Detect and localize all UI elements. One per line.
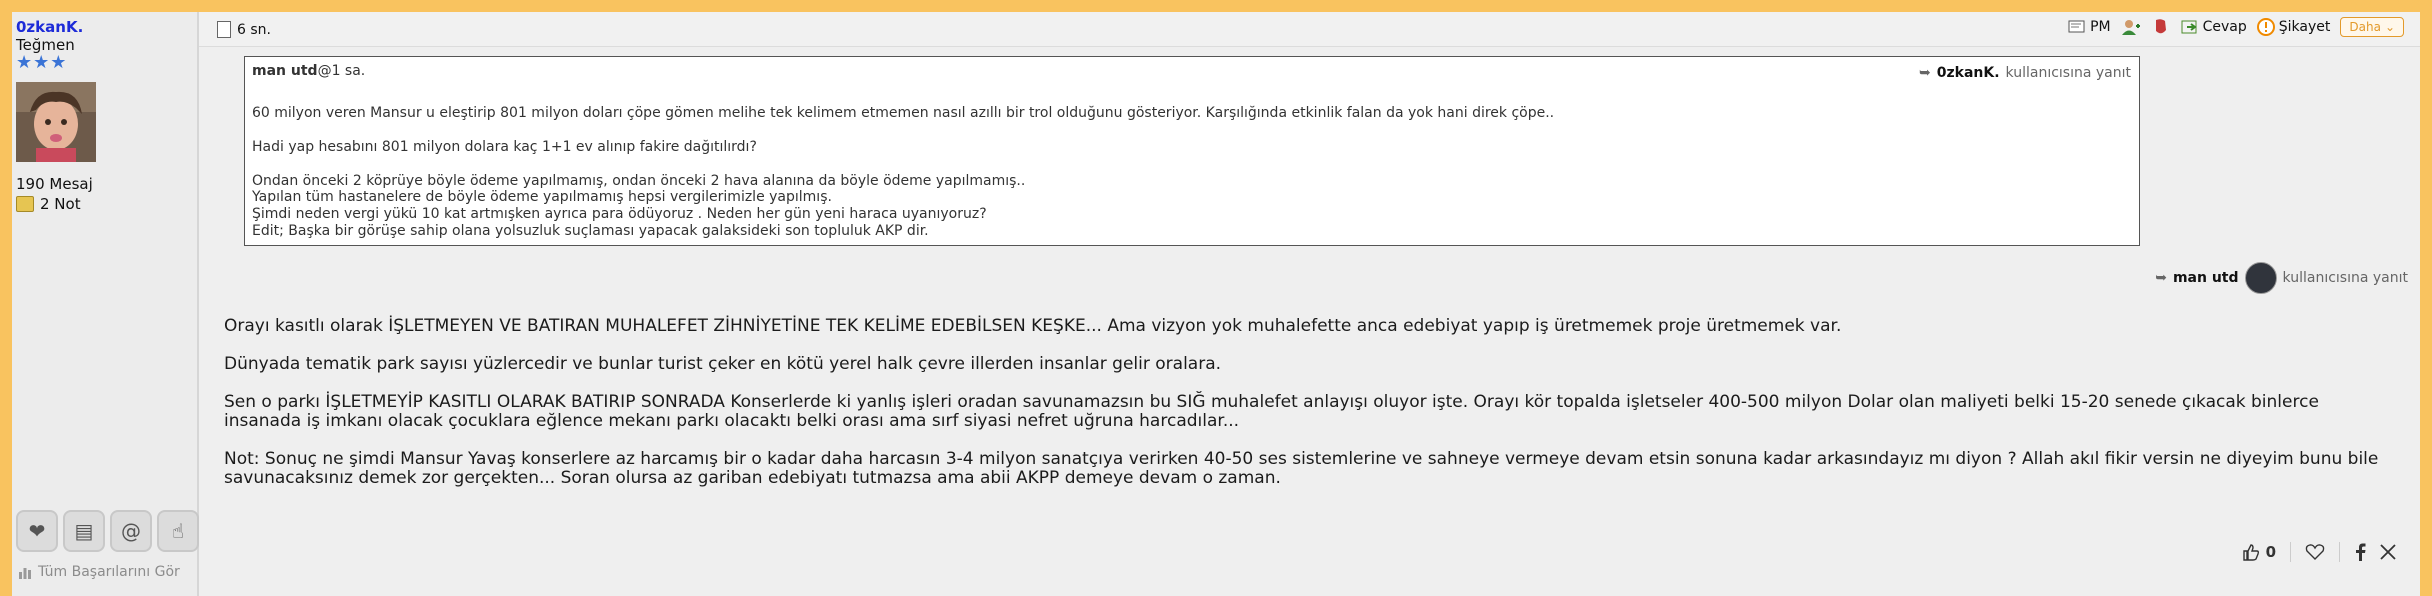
body-paragraph: Dünyada tematik park sayısı yüzlercedir … bbox=[224, 354, 1222, 374]
quote-reply-suffix: kullanıcısına yanıt bbox=[2005, 65, 2131, 81]
thumbs-up-icon bbox=[2242, 544, 2259, 561]
warning-icon bbox=[2256, 18, 2275, 36]
heart-icon[interactable] bbox=[2305, 543, 2325, 561]
body-paragraph: Sen o parkı İŞLETMEYİP KASITLI OLARAK BA… bbox=[224, 392, 2319, 431]
post-timestamp[interactable]: 6 sn. bbox=[217, 21, 271, 38]
post-header: 6 sn. PM Cevap Şikayet Daha ⌄ bbox=[199, 12, 2420, 47]
timestamp-text: 6 sn. bbox=[237, 21, 271, 38]
document-icon bbox=[217, 21, 231, 38]
quote-line: Yapılan tüm hastanelere de böyle ödeme y… bbox=[252, 189, 832, 206]
reply-icon bbox=[2181, 20, 2197, 34]
post-content: 6 sn. PM Cevap Şikayet Daha ⌄ man utd@1 … bbox=[199, 12, 2420, 596]
at-sign-badge-icon[interactable]: @ bbox=[110, 510, 152, 552]
notes-count: 2 Not bbox=[40, 195, 81, 213]
more-label: Daha bbox=[2349, 20, 2381, 34]
reply-label: Cevap bbox=[2202, 19, 2247, 35]
facebook-icon[interactable] bbox=[2354, 543, 2366, 561]
like-count: 0 bbox=[2265, 543, 2276, 561]
body-paragraph: Not: Sonuç ne şimdi Mansur Yavaş konserl… bbox=[224, 449, 2379, 488]
quoted-post: man utd@1 sa. ➥ 0zkanK. kullanıcısına ya… bbox=[244, 56, 2140, 246]
reply-to-suffix: kullanıcısına yanıt bbox=[2282, 270, 2408, 286]
quote-reply-to[interactable]: ➥ 0zkanK. kullanıcısına yanıt bbox=[1919, 65, 2131, 81]
heart-badge-icon[interactable]: ❤ bbox=[16, 510, 58, 552]
quote-line: Ondan önceki 2 köprüye böyle ödeme yapıl… bbox=[252, 172, 1026, 189]
bar-chart-icon bbox=[19, 568, 31, 579]
quote-author[interactable]: man utd@1 sa. bbox=[252, 63, 365, 79]
like-button[interactable]: 0 bbox=[2242, 543, 2276, 561]
more-dropdown[interactable]: Daha ⌄ bbox=[2340, 17, 2404, 37]
thumbs-up-badge-icon[interactable]: ☝ bbox=[157, 510, 199, 552]
quote-line: Şimdi neden vergi yükü 10 kat artmışken … bbox=[252, 206, 987, 223]
avatar[interactable] bbox=[16, 82, 96, 162]
notes-icon bbox=[16, 196, 34, 212]
user-add-icon[interactable] bbox=[2121, 18, 2141, 36]
body-paragraph: Orayı kasıtlı olarak İŞLETMEYEN VE BATIR… bbox=[224, 316, 1842, 336]
quote-paragraph: 60 milyon veren Mansur u eleştirip 801 m… bbox=[252, 105, 1555, 121]
post-footer: 0 bbox=[2242, 542, 2396, 562]
message-count[interactable]: 190 Mesaj bbox=[16, 175, 93, 193]
pm-button[interactable]: PM bbox=[2068, 19, 2111, 35]
divider bbox=[2290, 542, 2291, 562]
all-achievements-label: Tüm Başarılarını Gör bbox=[38, 564, 180, 580]
reply-arrow-icon: ➥ bbox=[1919, 65, 1931, 81]
reply-to-line[interactable]: ➥ man utd kullanıcısına yanıt bbox=[2155, 262, 2408, 294]
reply-button[interactable]: Cevap bbox=[2181, 19, 2247, 35]
pm-label: PM bbox=[2090, 19, 2111, 35]
quote-reply-name: 0zkanK. bbox=[1936, 65, 2000, 81]
quote-line: Edit; Başka bir görüşe sahip olana yolsu… bbox=[252, 222, 929, 239]
mini-avatar bbox=[2244, 262, 2277, 294]
complaint-label: Şikayet bbox=[2278, 19, 2331, 35]
comments-badge-icon[interactable]: ▤ bbox=[63, 510, 105, 552]
quote-author-name: man utd bbox=[252, 63, 318, 79]
username-link[interactable]: 0zkanK. bbox=[16, 18, 83, 36]
divider bbox=[2339, 542, 2340, 562]
all-achievements-link[interactable]: Tüm Başarılarını Gör bbox=[18, 564, 180, 580]
pm-icon bbox=[2068, 20, 2085, 33]
quote-body: 60 milyon veren Mansur u eleştirip 801 m… bbox=[252, 105, 2122, 240]
rank-stars: ★★★ bbox=[16, 52, 68, 73]
post-body: Orayı kasıtlı olarak İŞLETMEYEN VE BATIR… bbox=[224, 317, 2384, 507]
achievements-row: ❤ ▤ @ ☝ bbox=[16, 510, 199, 552]
quote-paragraph: Hadi yap hesabını 801 milyon dolara kaç … bbox=[252, 138, 757, 155]
reply-arrow-icon: ➥ bbox=[2155, 270, 2167, 286]
post-actions: PM Cevap Şikayet Daha ⌄ bbox=[2068, 17, 2404, 37]
quote-time: @1 sa. bbox=[317, 63, 366, 79]
chevron-down-icon: ⌄ bbox=[2384, 20, 2395, 34]
block-user-icon[interactable] bbox=[2151, 18, 2171, 36]
x-twitter-icon[interactable] bbox=[2380, 544, 2396, 560]
notes-link[interactable]: 2 Not bbox=[16, 195, 81, 213]
post-frame: 0zkanK. Teğmen ★★★ 190 Mesaj 2 Not ❤ ▤ @… bbox=[12, 12, 2420, 596]
user-panel: 0zkanK. Teğmen ★★★ 190 Mesaj 2 Not ❤ ▤ @… bbox=[12, 12, 199, 596]
complaint-button[interactable]: Şikayet bbox=[2256, 18, 2331, 36]
reply-to-name: man utd bbox=[2172, 270, 2239, 286]
